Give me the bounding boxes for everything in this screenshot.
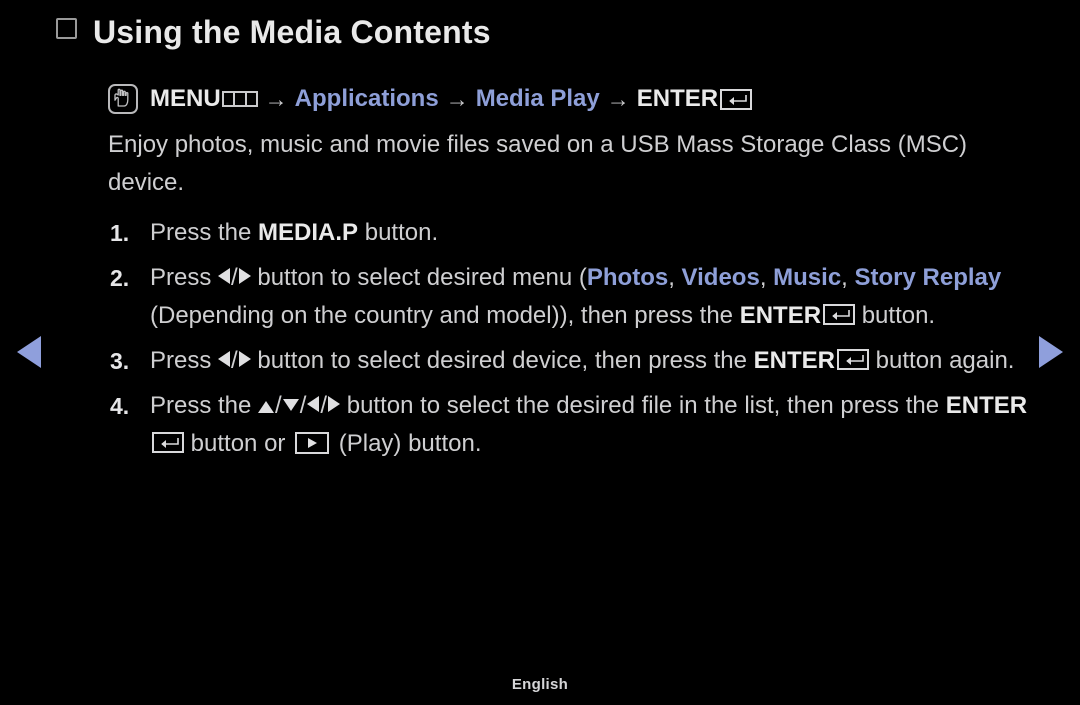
menu-option-music: Music <box>773 264 842 291</box>
left-arrow-icon <box>218 351 231 367</box>
step2-mid: button to select desired menu ( <box>250 264 587 291</box>
enter-return-icon <box>720 88 753 110</box>
menu-label: MENU <box>150 85 221 112</box>
left-arrow-icon <box>218 268 231 284</box>
step-number: 2. <box>110 265 130 291</box>
right-arrow-icon <box>238 351 251 367</box>
step-text: Press / button to select desired menu (P… <box>150 264 1002 329</box>
step2-end: button. <box>855 302 936 329</box>
list-item: 4. Press the / / / button to select the de… <box>108 387 1038 463</box>
step1-pre: Press the <box>150 219 259 246</box>
content-column: MENU → Applications → Media Play → ENTER… <box>108 82 1038 470</box>
step-number: 1. <box>110 220 130 246</box>
step4-end: (Play) button. <box>332 430 482 457</box>
enter-return-icon <box>152 432 184 453</box>
step3-end: button again. <box>869 347 1015 374</box>
step2-sep1: , <box>668 264 682 291</box>
step2-tail: (Depending on the country and model)), t… <box>150 302 740 329</box>
page-title-text: Using the Media Contents <box>93 14 491 50</box>
step-number: 3. <box>110 348 130 374</box>
step4-pre: Press the <box>150 392 259 419</box>
touch-hand-icon <box>108 84 138 114</box>
steps-list: 1. Press the MEDIA.P button. 2. Press / … <box>108 214 1038 463</box>
menu-item-applications[interactable]: Applications <box>295 82 439 116</box>
step2-pre: Press <box>150 264 219 291</box>
menu-option-photos: Photos <box>586 264 669 291</box>
manual-page: Using the Media Contents MENU → Applicat… <box>0 0 1080 705</box>
menu-bars-icon <box>221 91 258 107</box>
footer-language-label: English <box>511 676 569 693</box>
enter-label: ENTER <box>636 85 719 112</box>
square-bullet-icon <box>56 18 77 39</box>
menu-item-media-play[interactable]: Media Play <box>476 82 600 116</box>
list-item: 2. Press / button to select desired menu… <box>108 259 1038 335</box>
enter-label: ENTER <box>753 347 835 374</box>
enter-label: ENTER <box>739 302 822 329</box>
step2-sep2: , <box>759 264 774 291</box>
list-item: 1. Press the MEDIA.P button. <box>108 214 1038 252</box>
left-arrow-icon <box>307 396 320 412</box>
media-p-button-label: MEDIA.P <box>258 219 359 246</box>
step3-pre: Press <box>150 347 219 374</box>
next-page-arrow-icon[interactable] <box>1039 336 1063 368</box>
page-title: Using the Media Contents <box>56 14 491 51</box>
step4-mid: button to select the desired file in the… <box>340 392 946 419</box>
menu-path-breadcrumb: MENU → Applications → Media Play → ENTER <box>108 82 1038 116</box>
step3-mid: button to select desired device, then pr… <box>250 347 754 374</box>
right-arrow-icon <box>328 396 341 412</box>
down-arrow-icon <box>282 399 299 411</box>
prev-page-arrow-icon[interactable] <box>17 336 41 368</box>
step1-post: button. <box>358 219 439 246</box>
path-arrow-2: → <box>445 86 469 112</box>
step-text: Press the MEDIA.P button. <box>150 214 1038 252</box>
enter-return-icon <box>823 304 856 325</box>
list-item: 3. Press / button to select desired devi… <box>108 342 1038 380</box>
step-text: Press / button to select desired device,… <box>150 347 1015 374</box>
step4-mid2: button or <box>184 430 293 457</box>
step2-sep3: , <box>841 264 855 291</box>
step-number: 4. <box>110 393 130 419</box>
enter-return-icon <box>837 349 869 370</box>
path-arrow-1: → <box>264 86 288 112</box>
step-text: Press the / / / button to select the desir… <box>150 392 1028 457</box>
up-arrow-icon <box>258 401 275 413</box>
path-arrow-3: → <box>606 86 630 112</box>
play-button-icon <box>295 432 330 454</box>
intro-paragraph: Enjoy photos, music and movie files save… <box>108 131 968 196</box>
right-arrow-icon <box>238 268 251 284</box>
menu-option-videos: Videos <box>681 264 760 291</box>
menu-option-story-replay: Story Replay <box>854 264 1002 291</box>
enter-label: ENTER <box>945 392 1028 419</box>
